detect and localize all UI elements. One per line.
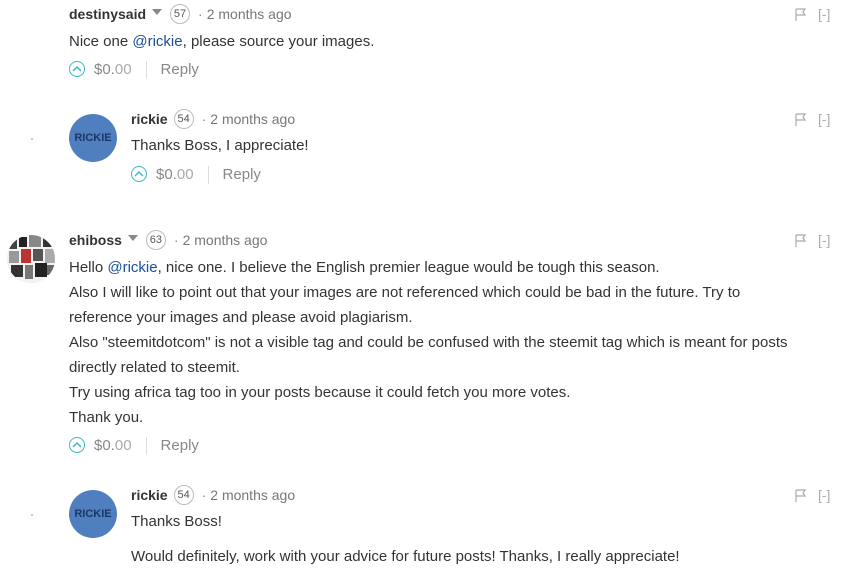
body-line: Thank you.	[69, 409, 144, 426]
body-line: directly related to steemit.	[69, 359, 240, 376]
comment-footer: $0.00 Reply	[69, 435, 199, 457]
comment-footer: $0.00 Reply	[69, 59, 199, 81]
timestamp[interactable]: 2 months ago	[207, 6, 292, 22]
divider	[207, 166, 209, 185]
flag-icon[interactable]	[795, 8, 807, 22]
payout-value[interactable]: $0.00	[94, 61, 132, 78]
upvote-button[interactable]	[69, 61, 85, 78]
reputation-badge: 57	[170, 4, 191, 25]
avatar[interactable]	[7, 235, 55, 283]
comment-header: destinysaid 57 · 2 months ago	[69, 4, 292, 25]
caret-down-icon[interactable]	[127, 235, 138, 242]
flag-icon[interactable]	[795, 489, 807, 503]
flag-icon[interactable]	[795, 113, 807, 127]
avatar-image	[7, 235, 55, 283]
timestamp[interactable]: 2 months ago	[183, 232, 268, 248]
chevron-up-icon	[72, 442, 82, 448]
comment-body: Hello @rickie, nice one. I believe the E…	[69, 255, 788, 430]
thread-marker	[31, 138, 33, 140]
timestamp[interactable]: 2 months ago	[210, 487, 295, 503]
comment-body: Thanks Boss, I appreciate!	[131, 137, 309, 154]
body-text: Nice one	[69, 33, 133, 50]
comment-footer: $0.00 Reply	[131, 164, 261, 186]
collapse-button[interactable]: [-]	[818, 6, 830, 22]
collapse-button[interactable]: [-]	[818, 487, 830, 503]
mention-link[interactable]: @rickie	[132, 33, 182, 50]
caret-down-icon[interactable]	[152, 9, 163, 16]
reputation-badge: 63	[145, 230, 166, 251]
comment-body-line: Thanks Boss!	[131, 513, 222, 530]
author-name[interactable]: ehiboss	[69, 232, 122, 248]
timestamp[interactable]: 2 months ago	[210, 111, 295, 127]
flag-icon[interactable]	[795, 234, 807, 248]
collapse-button[interactable]: [-]	[818, 232, 830, 248]
body-text: , please source your images.	[182, 33, 375, 50]
upvote-button[interactable]	[69, 437, 85, 454]
body-line: Also I will like to point out that your …	[69, 284, 741, 301]
avatar[interactable]: RICKIE	[69, 114, 117, 162]
separator-dot: ·	[173, 232, 179, 248]
author-name[interactable]: rickie	[131, 487, 168, 503]
comment-header: rickie 54 · 2 months ago	[131, 485, 295, 506]
divider	[145, 437, 147, 456]
payout-value[interactable]: $0.00	[94, 437, 132, 454]
chevron-up-icon	[134, 171, 144, 177]
collapse-button[interactable]: [-]	[818, 111, 830, 127]
body-line: Try using africa tag too in your posts b…	[69, 384, 571, 401]
body-line: reference your images and please avoid p…	[69, 309, 413, 326]
reputation-badge: 54	[173, 485, 194, 506]
reputation-badge: 54	[173, 109, 194, 130]
comment-body: Nice one @rickie, please source your ima…	[69, 29, 374, 54]
mention-link[interactable]: @rickie	[107, 259, 157, 276]
comment-header: rickie 54 · 2 months ago	[131, 109, 295, 130]
reply-button[interactable]: Reply	[161, 437, 199, 454]
reply-button[interactable]: Reply	[223, 166, 261, 183]
payout-value[interactable]: $0.00	[156, 166, 194, 183]
body-line: Hello @rickie, nice one. I believe the E…	[69, 259, 660, 276]
body-line: Also "steemitdotcom" is not a visible ta…	[69, 334, 788, 351]
divider	[145, 61, 147, 80]
avatar[interactable]: RICKIE	[69, 490, 117, 538]
reply-button[interactable]: Reply	[161, 61, 199, 78]
comment-body-line: Would definitely, work with your advice …	[131, 548, 680, 565]
author-name[interactable]: rickie	[131, 111, 168, 127]
thread-marker	[31, 514, 33, 516]
author-name[interactable]: destinysaid	[69, 6, 146, 22]
separator-dot: ·	[201, 111, 207, 127]
upvote-button[interactable]	[131, 166, 147, 183]
separator-dot: ·	[198, 6, 203, 22]
comment-header: ehiboss 63 · 2 months ago	[69, 230, 268, 251]
separator-dot: ·	[201, 487, 207, 503]
chevron-up-icon	[72, 66, 82, 72]
